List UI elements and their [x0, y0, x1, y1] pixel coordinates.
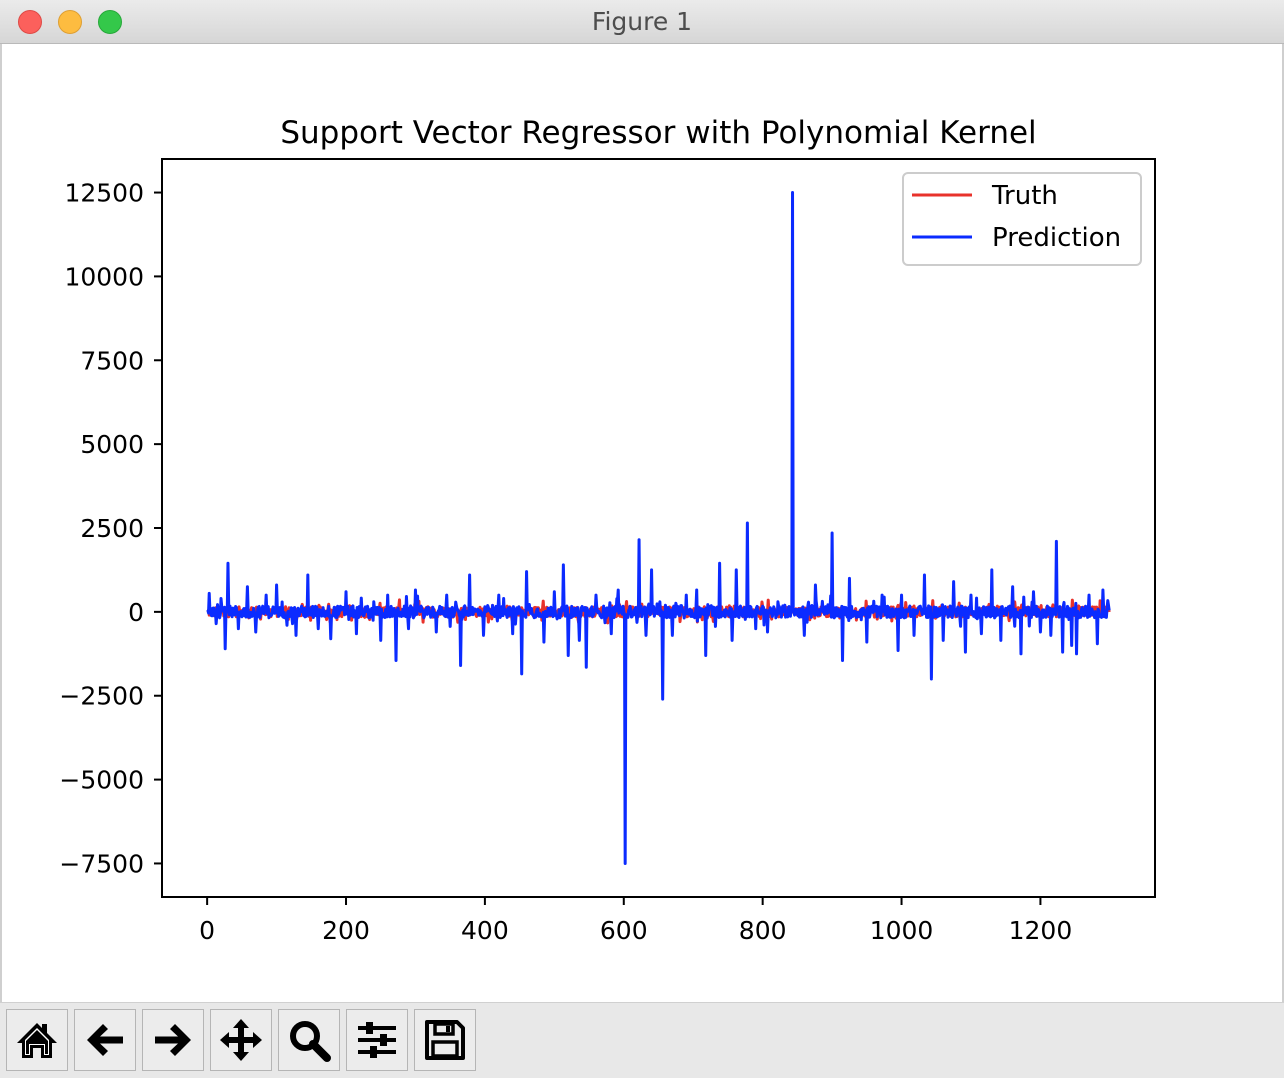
magnifier-icon [290, 1021, 331, 1062]
move-arrows-icon [220, 1019, 262, 1061]
floppy-disk-icon [425, 1020, 465, 1060]
y-tick-label: 10000 [64, 262, 144, 291]
navigation-toolbar [0, 1002, 1284, 1078]
x-tick-label: 400 [461, 916, 509, 945]
y-tick-label: −5000 [59, 766, 144, 795]
x-tick-label: 600 [600, 916, 648, 945]
x-tick-label: 0 [199, 916, 215, 945]
legend-label: Truth [991, 181, 1058, 211]
arrow-right-icon [155, 1024, 191, 1056]
arrow-left-icon [87, 1024, 123, 1056]
x-tick-label: 800 [739, 916, 787, 945]
home-button[interactable] [6, 1009, 68, 1071]
y-tick-label: 7500 [80, 346, 144, 375]
home-icon [17, 1023, 57, 1058]
figure-canvas[interactable]: Support Vector Regressor with Polynomial… [2, 44, 1282, 1002]
configure-subplots-button[interactable] [346, 1009, 408, 1071]
forward-button[interactable] [142, 1009, 204, 1071]
y-tick-label: 2500 [80, 514, 144, 543]
y-tick-label: 0 [128, 598, 144, 627]
chart-svg: Support Vector Regressor with Polynomial… [59, 115, 1156, 945]
x-tick-label: 1000 [870, 916, 934, 945]
y-tick-label: 12500 [64, 179, 144, 208]
save-figure-button[interactable] [414, 1009, 476, 1071]
y-tick-label: −2500 [59, 682, 144, 711]
chart-title: Support Vector Regressor with Polynomial… [280, 115, 1036, 151]
series-line-prediction [206, 191, 1111, 865]
sliders-icon [358, 1022, 396, 1058]
x-tick-label: 1200 [1009, 916, 1073, 945]
x-tick-label: 200 [322, 916, 370, 945]
zoom-button[interactable] [278, 1009, 340, 1071]
legend: Truth Prediction [902, 172, 1142, 266]
window-title: Figure 1 [591, 7, 693, 36]
legend-label: Prediction [992, 223, 1121, 253]
back-button[interactable] [74, 1009, 136, 1071]
axes-frame [161, 158, 1156, 898]
y-tick-label: 5000 [80, 430, 144, 459]
window-titlebar: Figure 1 [0, 0, 1284, 44]
pan-button[interactable] [210, 1009, 272, 1071]
y-tick-label: −7500 [59, 849, 144, 878]
